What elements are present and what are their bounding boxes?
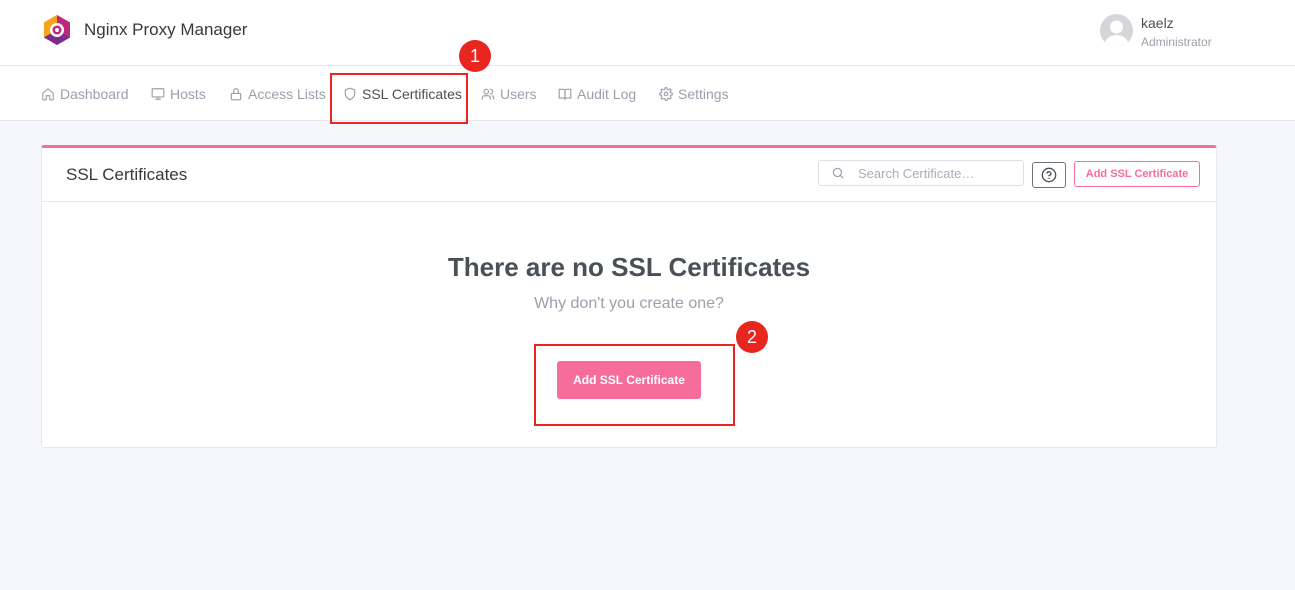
user-menu[interactable]: kaelz Administrator [1100,14,1212,50]
search-icon [832,167,844,179]
nav-item-label: Dashboard [60,85,129,102]
search-input[interactable] [858,165,1018,181]
search-box[interactable] [818,160,1024,186]
user-avatar-icon [1104,20,1129,47]
card-header: SSL Certificates Add SSL Certificate [42,148,1216,202]
home-icon [42,87,54,100]
user-role: Administrator [1141,35,1212,49]
nav-item-audit-log[interactable]: Audit Log [558,66,636,121]
empty-state-subtitle: Why don't you create one? [534,295,724,312]
help-circle-icon [1041,167,1057,183]
empty-state-title: There are no SSL Certificates [447,252,811,282]
nav-item-label: Users [500,85,537,102]
annotation-badge-1: 1 [459,40,491,72]
nav-item-access-lists[interactable]: Access Lists [229,66,326,121]
nginx-proxy-manager-logo-icon [44,15,70,45]
monitor-icon [151,87,165,100]
add-ssl-certificate-header-button[interactable]: Add SSL Certificate [1074,161,1200,187]
help-button[interactable] [1032,162,1066,188]
nav-item-label: Audit Log [577,85,637,102]
users-icon [481,88,495,100]
nav-item-dashboard[interactable]: Dashboard [41,66,129,121]
annotation-box-1 [330,73,468,124]
top-header: Nginx Proxy Manager kaelz Administrator [0,0,1295,66]
brand-name: Nginx Proxy Manager [84,20,248,39]
annotation-box-2 [534,344,735,426]
annotation-badge-2: 2 [736,321,768,353]
brand[interactable]: Nginx Proxy Manager [42,14,247,46]
avatar [1100,14,1133,47]
nav-item-settings[interactable]: Settings [659,66,729,121]
nav-item-label: Access Lists [248,85,326,102]
gear-icon [659,86,673,101]
book-icon [558,88,572,100]
nav-item-label: Settings [678,85,729,102]
user-name: kaelz [1141,15,1174,31]
nav-item-hosts[interactable]: Hosts [151,66,206,121]
main-nav: Dashboard Hosts Access Lists SSL Certifi… [0,66,1295,121]
nav-item-users[interactable]: Users [481,66,537,121]
card-title: SSL Certificates [66,165,188,184]
lock-icon [230,87,242,100]
nav-item-label: Hosts [170,85,206,102]
